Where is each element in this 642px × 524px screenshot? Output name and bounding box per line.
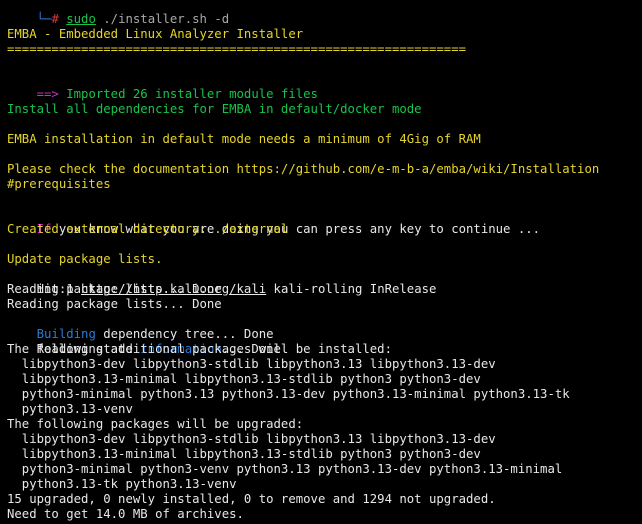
reading-lists-line-2: Reading package lists... Done	[7, 297, 222, 311]
download-size-line: Need to get 14.0 MB of archives.	[7, 507, 244, 521]
imported-modules-text: Imported 26 installer module files	[58, 87, 318, 101]
continue-prompt-line: If you know what you are doing you can p…	[7, 207, 540, 236]
additional-packages-row: libpython3-dev libpython3-stdlib libpyth…	[7, 357, 496, 371]
prompt-root-symbol: #	[51, 12, 59, 26]
terminal-window[interactable]: └─# sudo ./installer.sh -d EMBA - Embedd…	[0, 0, 642, 524]
prompt-sudo-command: sudo	[66, 12, 96, 26]
command-prompt-line: └─# sudo ./installer.sh -d	[7, 0, 230, 26]
installer-title: EMBA - Embedded Linux Analyzer Installer	[7, 27, 304, 41]
additional-packages-row: python3-minimal python3.13 python3.13-de…	[7, 387, 570, 401]
imported-modules-line: ==> Imported 26 installer module files	[7, 72, 318, 101]
upgraded-packages-header: The following packages will be upgraded:	[7, 417, 304, 431]
update-lists-line: Update package lists.	[7, 252, 163, 266]
upgrade-summary-line: 15 upgraded, 0 newly installed, 0 to rem…	[7, 492, 496, 506]
title-rule: ========================================…	[7, 42, 467, 56]
apt-hit-line: Hit:1 http://http.kali.org/kali kali-rol…	[7, 267, 437, 296]
documentation-line-1: Please check the documentation https://g…	[7, 162, 600, 176]
additional-packages-row: libpython3.13-minimal libpython3.13-stdl…	[7, 372, 481, 386]
additional-packages-row: python3.13-venv	[7, 402, 133, 416]
building-tree-line: Building dependency tree... Done	[7, 312, 274, 341]
upgraded-packages-row: libpython3.13-minimal libpython3.13-stdl…	[7, 447, 481, 461]
upgraded-packages-row: libpython3-dev libpython3-stdlib libpyth…	[7, 432, 496, 446]
hit-suffix: kali-rolling InRelease	[266, 282, 437, 296]
upgraded-packages-row: python3.13-tk python3.13-venv	[7, 477, 237, 491]
arrow-marker: ==>	[36, 87, 59, 101]
install-mode-line: Install all dependencies for EMBA in def…	[7, 102, 422, 116]
prompt-corner: └─	[36, 12, 52, 26]
upgraded-packages-row: python3-minimal python3-venv python3.13 …	[7, 462, 563, 476]
reading-state-line: Reading state information... Done	[7, 327, 281, 356]
external-dir-line: Created external directory: ./external	[7, 222, 289, 236]
prompt-command-args: ./installer.sh -d	[95, 12, 230, 26]
reading-lists-line-1: Reading package lists... Done	[7, 282, 222, 296]
documentation-line-2: #prerequisites	[7, 177, 111, 191]
additional-packages-header: The following additional packages will b…	[7, 342, 392, 356]
ram-requirement-line: EMBA installation in default mode needs …	[7, 132, 481, 146]
